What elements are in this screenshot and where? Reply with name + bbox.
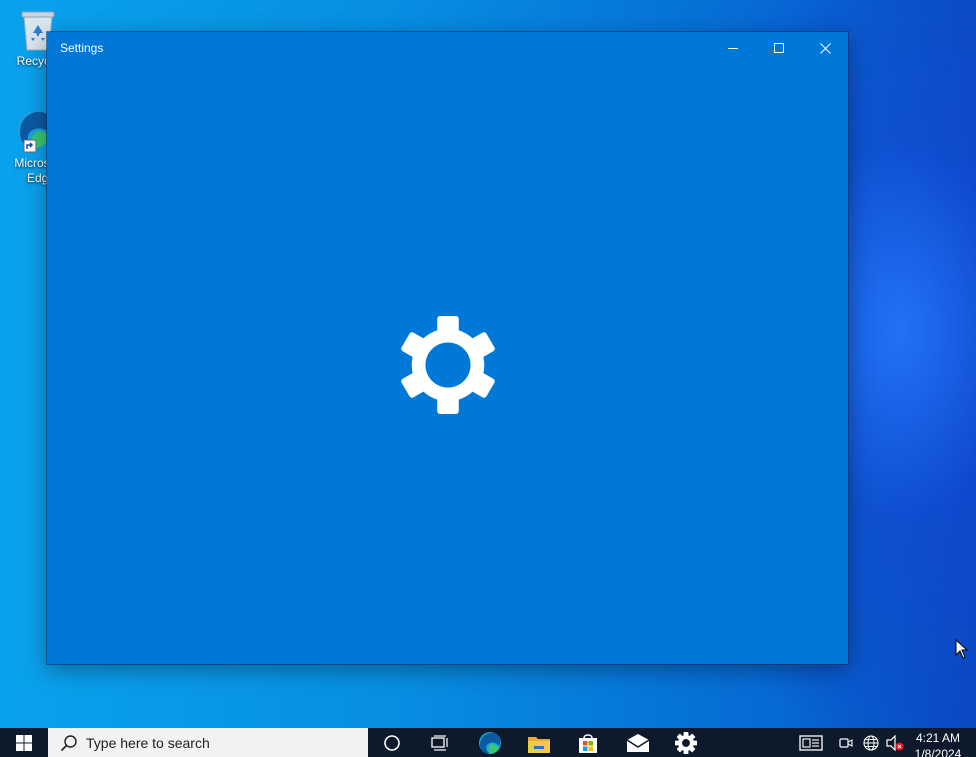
network-button[interactable] xyxy=(860,728,882,757)
gear-icon xyxy=(401,316,495,414)
cortana-button[interactable] xyxy=(368,728,416,757)
meet-now-button[interactable] xyxy=(836,728,856,757)
meet-now-icon xyxy=(839,737,853,748)
volume-button[interactable] xyxy=(884,728,906,757)
edge-icon xyxy=(479,731,501,754)
settings-gear-icon xyxy=(675,731,697,754)
windows-start-icon xyxy=(16,734,32,751)
settings-window[interactable]: Settings xyxy=(47,32,848,664)
search-icon xyxy=(60,734,77,751)
file-explorer-icon xyxy=(528,736,550,753)
window-title: Settings xyxy=(60,41,104,55)
start-button[interactable] xyxy=(0,728,48,757)
mouse-cursor-icon xyxy=(955,639,969,659)
microsoft-store-icon xyxy=(579,733,597,753)
news-icon xyxy=(799,734,823,751)
taskbar-edge-button[interactable] xyxy=(466,728,514,757)
title-bar[interactable]: Settings xyxy=(47,32,848,64)
task-view-icon xyxy=(431,734,448,751)
taskbar: Type here to search 4:21 AM 1/8/2024 xyxy=(0,728,976,757)
taskbar-clock[interactable]: 4:21 AM 1/8/2024 xyxy=(908,730,968,757)
mail-icon xyxy=(626,733,650,752)
maximize-button[interactable] xyxy=(756,32,802,64)
network-icon xyxy=(863,734,879,751)
clock-date: 1/8/2024 xyxy=(914,747,962,757)
minimize-icon xyxy=(727,47,738,49)
taskbar-search-box[interactable]: Type here to search xyxy=(48,728,368,757)
close-button[interactable] xyxy=(802,32,848,64)
clock-time: 4:21 AM xyxy=(915,731,961,745)
volume-muted-icon xyxy=(886,734,904,751)
taskbar-settings-button[interactable] xyxy=(662,728,710,757)
close-icon xyxy=(819,42,831,54)
maximize-icon xyxy=(773,42,784,53)
minimize-button[interactable] xyxy=(710,32,756,64)
file-explorer-button[interactable] xyxy=(515,728,563,757)
task-view-button[interactable] xyxy=(416,728,464,757)
cortana-icon xyxy=(384,734,400,751)
mail-button[interactable] xyxy=(614,728,662,757)
microsoft-store-button[interactable] xyxy=(564,728,612,757)
search-placeholder: Type here to search xyxy=(86,734,210,751)
desktop: Recycle Micros Edge Settings xyxy=(0,0,976,728)
news-button[interactable] xyxy=(796,728,826,757)
